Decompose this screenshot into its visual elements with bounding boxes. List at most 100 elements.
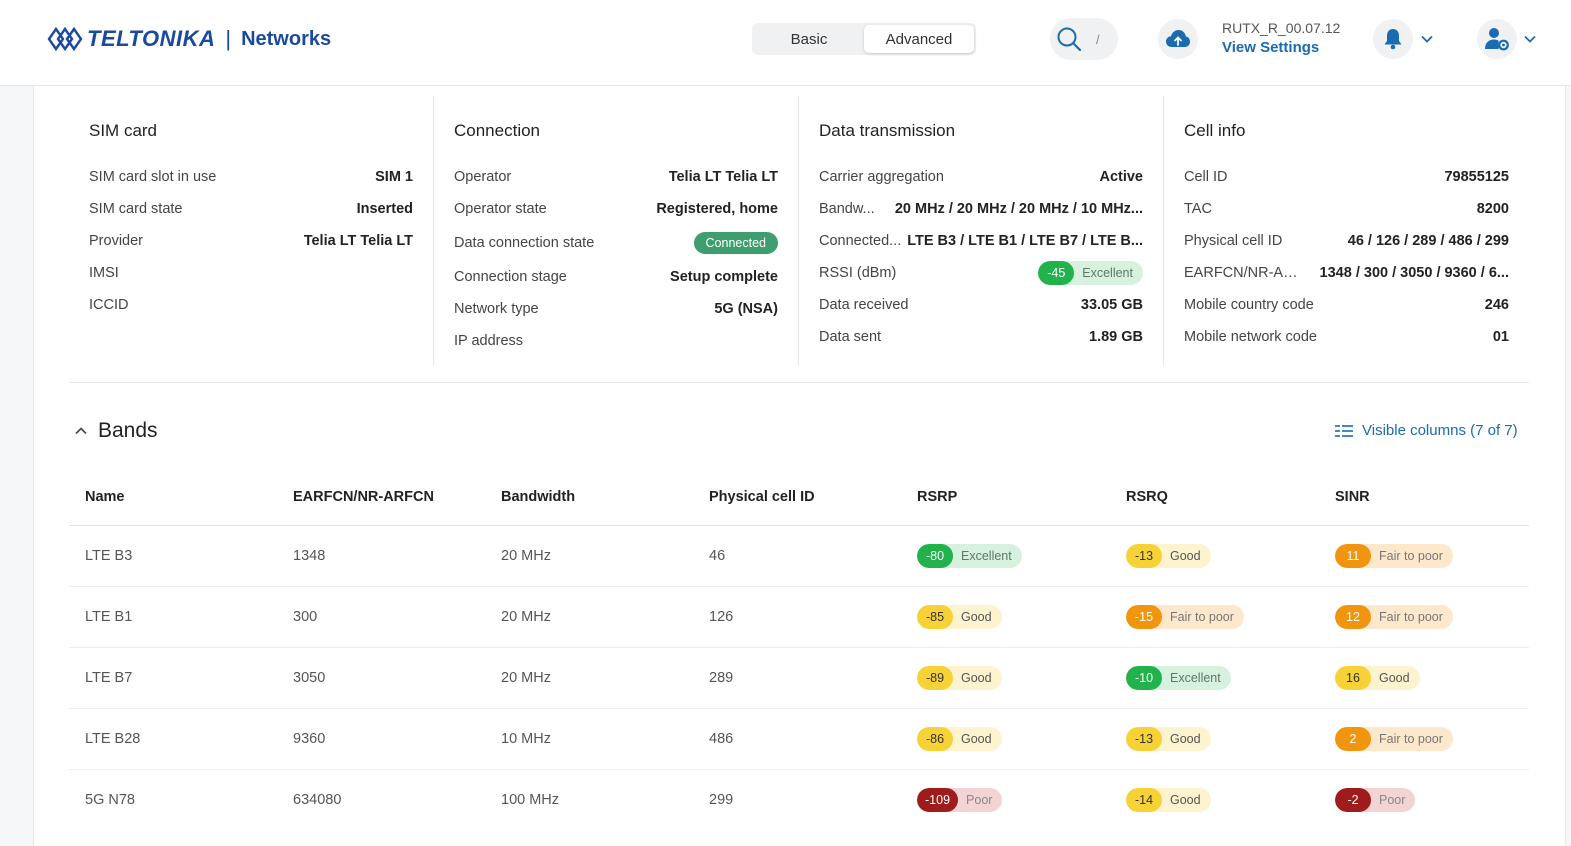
status-info-grid: SIM card SIM card slot in use SIM 1 SIM … xyxy=(69,96,1529,366)
rsrp-quality: Good xyxy=(961,731,992,746)
pci-cell: 126 xyxy=(693,586,901,648)
sinr-quality: Fair to poor xyxy=(1379,609,1443,624)
sinr-quality: Fair to poor xyxy=(1379,548,1443,563)
rsrq-quality: Good xyxy=(1170,548,1201,563)
columns-list-icon xyxy=(1335,424,1353,437)
info-value: 33.05 GB xyxy=(1080,297,1143,313)
search-button[interactable]: / xyxy=(1050,18,1118,60)
info-row: Data connection state Connected xyxy=(454,225,778,261)
info-value: 01 xyxy=(1492,329,1509,345)
bands-header[interactable]: Bands xyxy=(74,419,158,443)
column-header-rsrq[interactable]: RSRQ xyxy=(1110,469,1319,526)
notifications-button[interactable] xyxy=(1373,19,1413,59)
bands-title: Bands xyxy=(98,419,158,442)
connection-title: Connection xyxy=(454,121,541,140)
info-row: SIM card state Inserted xyxy=(89,193,413,225)
mode-advanced-button[interactable]: Advanced xyxy=(864,25,974,53)
earfcn-cell: 1348 xyxy=(277,525,485,587)
info-row: Network type 5G (NSA) xyxy=(454,293,778,325)
sinr-quality-pill: -2 Poor xyxy=(1335,787,1416,812)
info-value: Setup complete xyxy=(670,269,778,285)
info-row: Data received 33.05 GB xyxy=(819,289,1143,321)
info-label: Data received xyxy=(819,297,909,313)
user-chevron-down-icon[interactable] xyxy=(1523,32,1537,46)
info-value: Inserted xyxy=(356,201,413,217)
visible-columns-button[interactable]: Visible columns (7 of 7) xyxy=(1334,422,1518,439)
info-label: RSSI (dBm) xyxy=(819,265,897,281)
mode-basic-button[interactable]: Basic xyxy=(754,25,864,53)
rsrq-quality-pill: -14 Good xyxy=(1126,787,1211,812)
earfcn-cell: 634080 xyxy=(293,791,342,808)
info-row: Mobile network code 01 xyxy=(1184,321,1509,353)
table-header-row: Name EARFCN/NR-ARFCN Bandwidth Physical … xyxy=(69,469,1529,526)
firmware-version: RUTX_R_00.07.12 xyxy=(1222,20,1341,36)
chevron-up-icon[interactable] xyxy=(74,424,88,438)
rsrq-quality: Good xyxy=(1170,792,1201,807)
data-transmission-section: Data transmission Carrier aggregation Ac… xyxy=(799,96,1164,366)
info-label: Connection stage xyxy=(454,269,567,285)
column-header-name[interactable]: Name xyxy=(69,469,277,526)
rsrq-cell: -15 Fair to poor xyxy=(1110,586,1319,648)
rsrp-quality-pill: -80 Excellent xyxy=(917,543,1022,568)
rsrq-value: -14 xyxy=(1126,787,1162,812)
info-row: SIM card slot in use SIM 1 xyxy=(89,161,413,193)
pci-cell: 486 xyxy=(693,708,901,770)
info-value: LTE B3 / LTE B1 / LTE B7 / LTE B... xyxy=(907,233,1143,249)
info-label: ICCID xyxy=(89,297,129,313)
sinr-cell: -2 Poor xyxy=(1319,769,1529,830)
info-value: Active xyxy=(1099,169,1143,185)
sinr-quality: Poor xyxy=(1379,792,1406,807)
sinr-value: 11 xyxy=(1335,543,1371,568)
teltonika-logo-icon xyxy=(47,26,83,52)
earfcn-cell: 9360 xyxy=(277,708,485,770)
info-value: 5G (NSA) xyxy=(714,301,778,317)
info-row: Physical cell ID 46 / 126 / 289 / 486 / … xyxy=(1184,225,1509,257)
sinr-value: 16 xyxy=(1335,665,1371,690)
info-row: Operator Telia LT Telia LT xyxy=(454,161,778,193)
view-settings-link[interactable]: View Settings xyxy=(1222,39,1340,56)
rsrp-quality: Poor xyxy=(966,792,993,807)
rsrp-quality: Good xyxy=(961,670,992,685)
teltonika-logo[interactable]: TELTONIKA | Networks xyxy=(47,24,331,54)
column-header-pci[interactable]: Physical cell ID xyxy=(693,469,901,526)
section-divider xyxy=(69,382,1529,383)
cloud-button[interactable] xyxy=(1158,19,1198,59)
notifications-chevron-down-icon[interactable] xyxy=(1420,32,1434,46)
rsrp-quality-pill: -109 Poor xyxy=(917,787,1003,812)
rsrq-quality: Fair to poor xyxy=(1170,609,1234,624)
sinr-value: 2 xyxy=(1335,726,1371,751)
rssi-quality: Excellent xyxy=(1082,266,1133,280)
logo-separator: | xyxy=(225,26,232,51)
bandwidth-cell: 10 MHz xyxy=(485,708,693,770)
info-row: TAC 8200 xyxy=(1184,193,1509,225)
firmware-info: RUTX_R_00.07.12 View Settings xyxy=(1222,20,1340,56)
table-row: 5G N78 634080 100 MHz 299 -109 Poor -14 Good -2 P… xyxy=(69,769,1529,830)
info-value: Telia LT Telia LT xyxy=(668,169,778,185)
cell-info-title: Cell info xyxy=(1184,121,1246,140)
info-label: Cell ID xyxy=(1184,169,1228,185)
column-header-sinr[interactable]: SINR xyxy=(1319,469,1529,526)
band-name-cell: LTE B28 xyxy=(69,708,277,770)
sinr-cell: 2 Fair to poor xyxy=(1319,708,1529,770)
band-name-cell: 5G N78 xyxy=(85,791,135,808)
column-header-earfcn[interactable]: EARFCN/NR-ARFCN xyxy=(277,469,485,526)
table-row: LTE B1 300 20 MHz 126 -85 Good -15 Fair to poor… xyxy=(69,586,1529,648)
rsrp-cell: -86 Good xyxy=(901,708,1110,770)
info-label: Operator state xyxy=(454,201,547,217)
user-menu-button[interactable] xyxy=(1477,19,1517,59)
info-row: Cell ID 79855125 xyxy=(1184,161,1509,193)
info-label: SIM card slot in use xyxy=(89,169,217,185)
table-row: LTE B7 3050 20 MHz 289 -89 Good -10 Excellent 16… xyxy=(69,647,1529,709)
pci-cell: 289 xyxy=(693,647,901,709)
rssi-value: -45 xyxy=(1038,261,1075,285)
bandwidth-cell: 100 MHz xyxy=(501,791,560,808)
info-row: Bandw... 20 MHz / 20 MHz / 20 MHz / 10 M… xyxy=(819,193,1143,225)
column-header-bandwidth[interactable]: Bandwidth xyxy=(485,469,693,526)
rsrp-quality: Excellent xyxy=(961,548,1012,563)
mode-toggle: Basic Advanced xyxy=(752,23,976,55)
connection-status-badge: Connected xyxy=(693,232,778,254)
logo-subtitle: Networks xyxy=(241,27,332,50)
column-header-rsrp[interactable]: RSRP xyxy=(901,469,1110,526)
info-value: SIM 1 xyxy=(375,169,413,185)
rsrq-value: -15 xyxy=(1126,604,1162,629)
